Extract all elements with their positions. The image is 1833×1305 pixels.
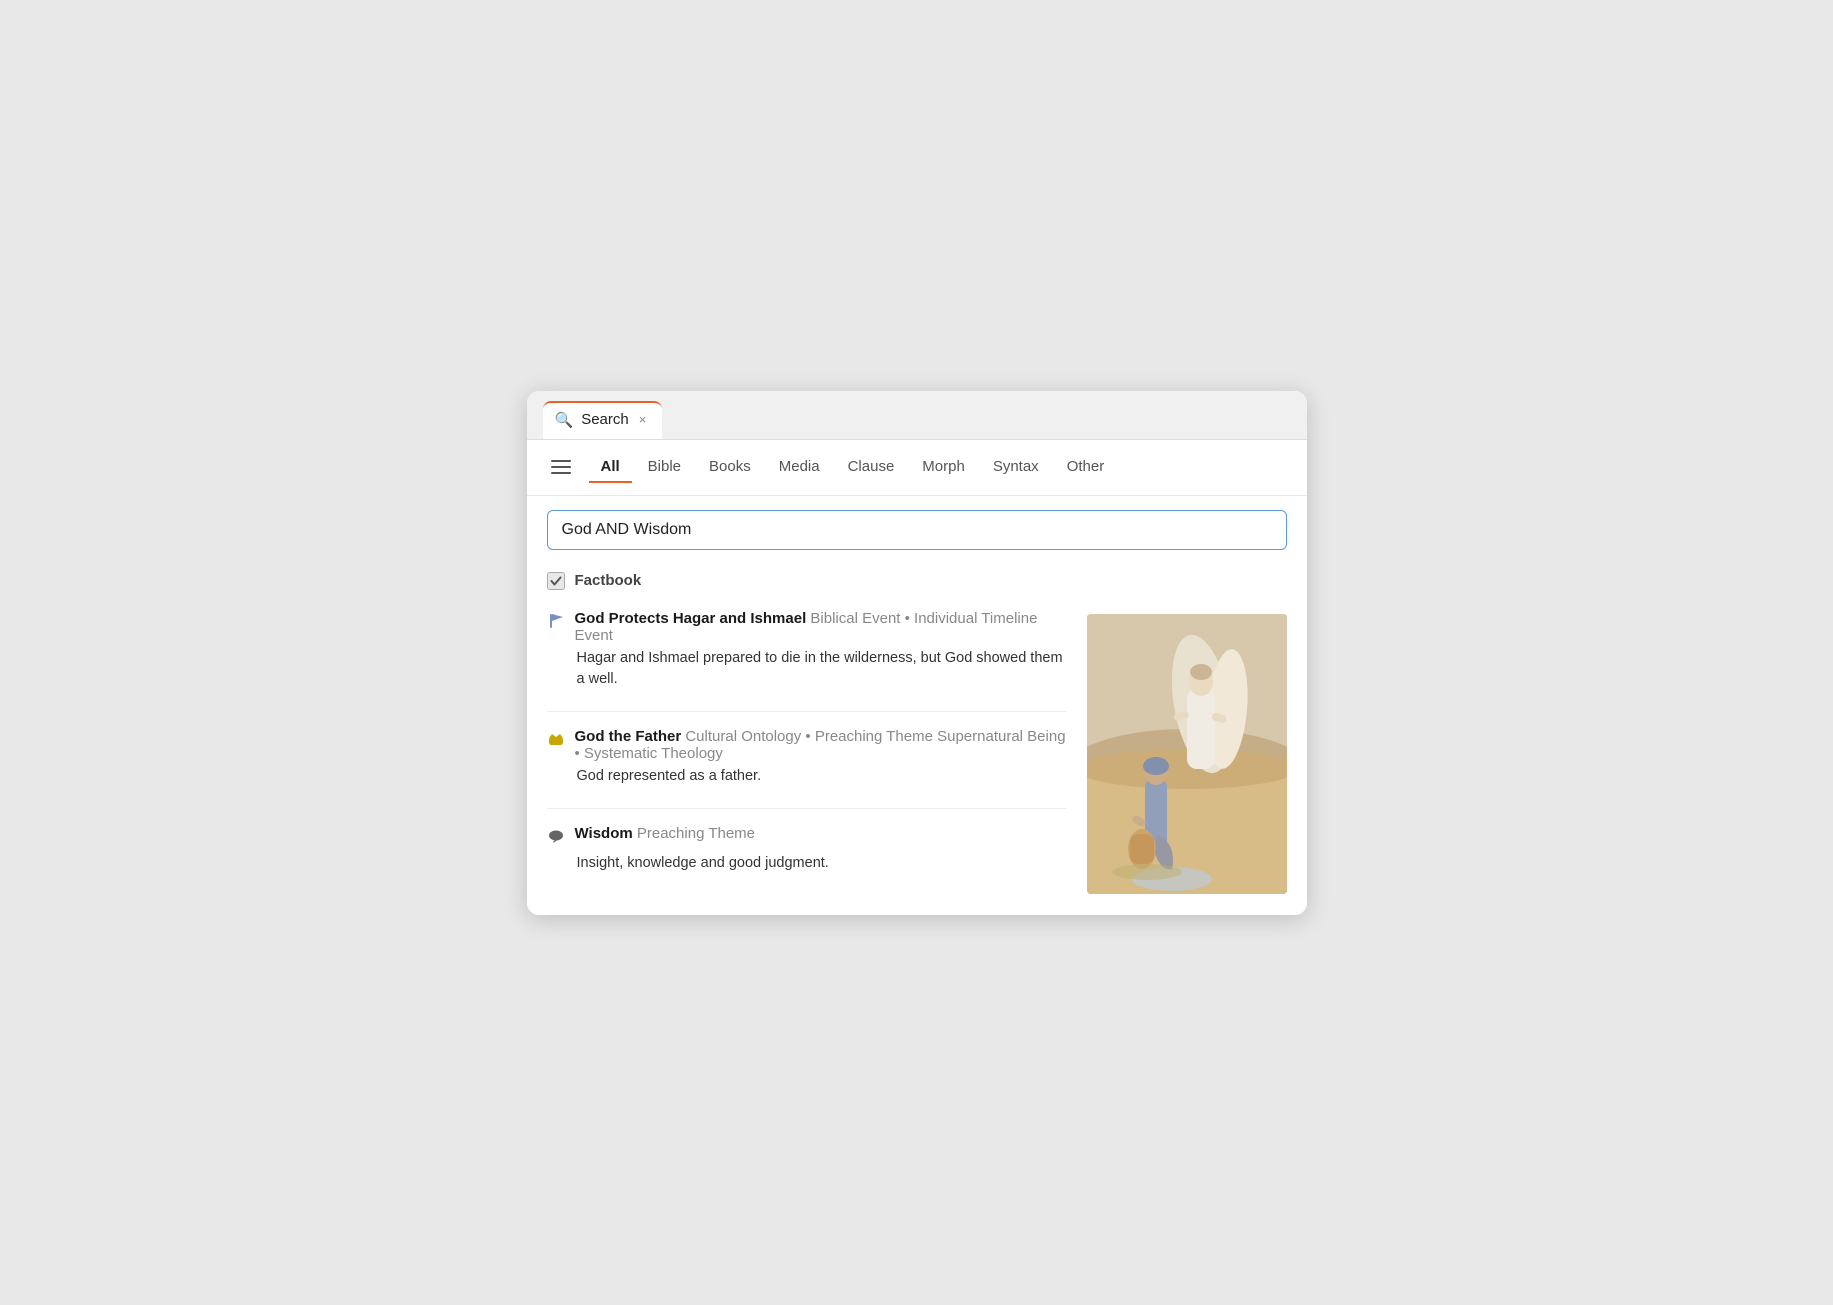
- result-title-wisdom: Wisdom Preaching Theme: [575, 825, 756, 842]
- tab-bible[interactable]: Bible: [636, 452, 693, 483]
- result-desc-hagar: Hagar and Ishmael prepared to die in the…: [547, 648, 1067, 692]
- factbook-checkbox[interactable]: [547, 572, 565, 590]
- results-area: God Protects Hagar and Ishmael Biblical …: [527, 602, 1307, 915]
- close-icon[interactable]: ×: [639, 412, 647, 427]
- divider-1: [547, 711, 1067, 712]
- result-title-bold-hagar: God Protects Hagar and Ishmael: [575, 610, 807, 627]
- tab-clause[interactable]: Clause: [836, 452, 907, 483]
- crown-icon: [547, 730, 565, 753]
- results-list: God Protects Hagar and Ishmael Biblical …: [547, 610, 1067, 895]
- check-icon: [550, 575, 562, 587]
- result-item-hagar: God Protects Hagar and Ishmael Biblical …: [547, 610, 1067, 692]
- search-tab[interactable]: 🔍 Search ×: [543, 401, 663, 439]
- tab-books[interactable]: Books: [697, 452, 763, 483]
- tab-syntax[interactable]: Syntax: [981, 452, 1051, 483]
- divider-2: [547, 808, 1067, 809]
- nav-row: All Bible Books Media Clause Morph Synta…: [527, 440, 1307, 496]
- search-input-area: [527, 496, 1307, 564]
- factbook-label: Factbook: [575, 572, 642, 589]
- tab-bar: 🔍 Search ×: [527, 391, 1307, 440]
- tab-all[interactable]: All: [589, 452, 632, 483]
- result-desc-father: God represented as a father.: [547, 766, 1067, 788]
- result-title-father: God the Father Cultural Ontology • Preac…: [575, 728, 1067, 762]
- result-item-wisdom: Wisdom Preaching Theme Insight, knowledg…: [547, 825, 1067, 875]
- result-title-bold-father: God the Father: [575, 728, 682, 745]
- tab-media[interactable]: Media: [767, 452, 832, 483]
- hamburger-line-3: [551, 472, 571, 474]
- search-window: 🔍 Search × All Bible Books Media Clause …: [527, 391, 1307, 915]
- factbook-row: Factbook: [527, 564, 1307, 602]
- hamburger-button[interactable]: [547, 456, 579, 478]
- result-header-wisdom: Wisdom Preaching Theme: [547, 825, 1067, 849]
- result-desc-wisdom: Insight, knowledge and good judgment.: [547, 853, 1067, 875]
- search-tab-label: Search: [581, 411, 629, 428]
- result-title-hagar: God Protects Hagar and Ishmael Biblical …: [575, 610, 1067, 644]
- flag-icon: [547, 612, 565, 635]
- result-title-bold-wisdom: Wisdom: [575, 825, 633, 842]
- search-tab-icon: 🔍: [555, 411, 574, 429]
- result-tags-wisdom: Preaching Theme: [637, 825, 755, 842]
- painting-image: [1087, 614, 1287, 894]
- result-item-father: God the Father Cultural Ontology • Preac…: [547, 728, 1067, 788]
- tab-morph[interactable]: Morph: [910, 452, 977, 483]
- result-header-father: God the Father Cultural Ontology • Preac…: [547, 728, 1067, 762]
- result-header-hagar: God Protects Hagar and Ishmael Biblical …: [547, 610, 1067, 644]
- speech-bubble-icon: [547, 827, 565, 849]
- tab-other[interactable]: Other: [1055, 452, 1117, 483]
- image-panel: [1087, 614, 1287, 895]
- search-input[interactable]: [547, 510, 1287, 550]
- hamburger-line-2: [551, 466, 571, 468]
- hamburger-line-1: [551, 460, 571, 462]
